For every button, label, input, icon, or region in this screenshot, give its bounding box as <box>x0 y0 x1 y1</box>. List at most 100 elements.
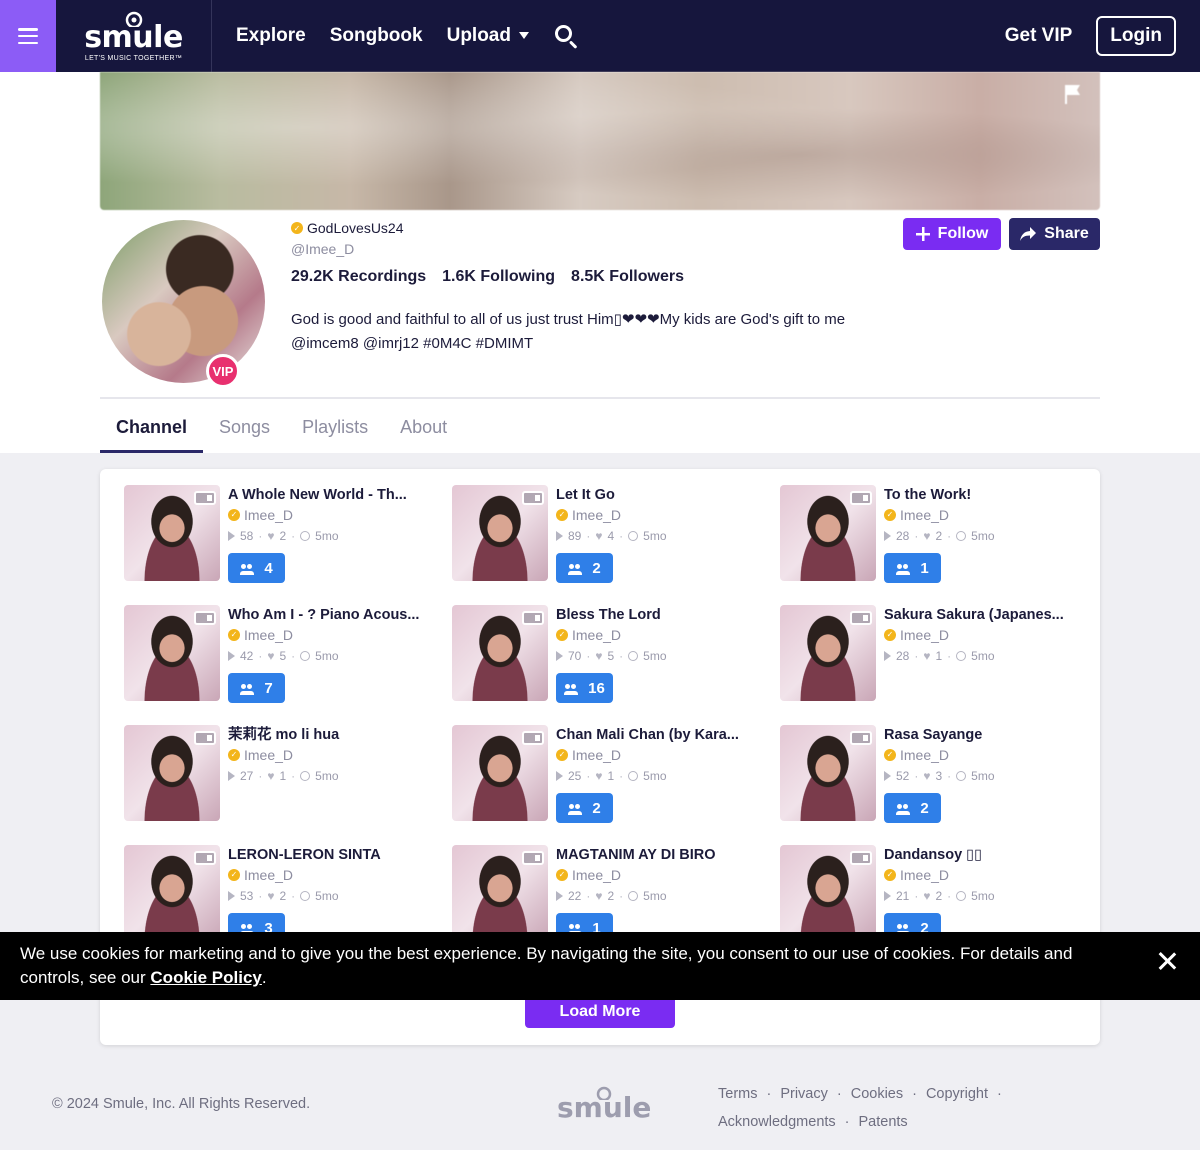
recording-title[interactable]: Rasa Sayange <box>884 725 1094 745</box>
recording-item[interactable]: 茉莉花 mo li hua ✓ Imee_D 27 · ♥ 1 · 5mo <box>124 725 452 821</box>
verified-badge-icon: ✓ <box>556 509 568 521</box>
tab-playlists[interactable]: Playlists <box>286 403 384 453</box>
recording-title[interactable]: A Whole New World - Th... <box>228 485 438 505</box>
recording-item[interactable]: Dandansoy ▯▯ ✓ Imee_D 21 · ♥ 2 · 5mo 2 <box>780 845 1108 943</box>
footer-link-cookies[interactable]: Cookies <box>851 1086 903 1102</box>
recording-artist[interactable]: ✓ Imee_D <box>884 745 1094 765</box>
video-camera-icon <box>850 851 872 865</box>
profile-bio: God is good and faithful to all of us ju… <box>291 311 846 352</box>
join-collab-button[interactable]: 16 <box>556 673 613 703</box>
video-camera-icon <box>522 491 544 505</box>
verified-badge-icon: ✓ <box>884 869 896 881</box>
recording-artist[interactable]: ✓ Imee_D <box>228 865 438 885</box>
recording-thumbnail[interactable] <box>452 725 548 821</box>
hamburger-menu-button[interactable] <box>0 0 56 72</box>
recording-title[interactable]: Chan Mali Chan (by Kara... <box>556 725 766 745</box>
recording-title[interactable]: 茉莉花 mo li hua <box>228 725 438 745</box>
recording-artist[interactable]: ✓ Imee_D <box>556 505 766 525</box>
recordings-count[interactable]: 29.2K Recordings <box>291 268 426 286</box>
recording-thumbnail[interactable] <box>124 485 220 581</box>
recording-artist[interactable]: ✓ Imee_D <box>884 505 1094 525</box>
profile-avatar[interactable] <box>102 220 265 383</box>
recording-item[interactable]: A Whole New World - Th... ✓ Imee_D 58 · … <box>124 485 452 583</box>
recording-artist[interactable]: ✓ Imee_D <box>884 625 1094 645</box>
share-button[interactable]: Share <box>1009 218 1100 250</box>
nav-upload[interactable]: Upload <box>447 25 529 47</box>
footer-link-patents[interactable]: Patents <box>859 1114 908 1130</box>
recording-thumbnail[interactable] <box>780 845 876 941</box>
recording-thumbnail[interactable] <box>124 845 220 941</box>
nav-songbook[interactable]: Songbook <box>330 25 423 47</box>
recording-item[interactable]: Chan Mali Chan (by Kara... ✓ Imee_D 25 ·… <box>452 725 780 823</box>
play-count: 27 <box>240 769 254 783</box>
smule-logo[interactable]: smule LET'S MUSIC TOGETHER™ <box>56 0 212 72</box>
join-collab-button[interactable]: 4 <box>228 553 285 583</box>
artist-name: Imee_D <box>900 747 950 763</box>
recording-artist[interactable]: ✓ Imee_D <box>556 865 766 885</box>
tab-channel[interactable]: Channel <box>100 403 204 453</box>
recording-title[interactable]: To the Work! <box>884 485 1094 505</box>
recording-item[interactable]: LERON-LERON SINTA ✓ Imee_D 53 · ♥ 2 · 5m… <box>124 845 452 943</box>
recording-title[interactable]: LERON-LERON SINTA <box>228 845 438 865</box>
following-count[interactable]: 1.6K Following <box>442 268 555 286</box>
recording-artist[interactable]: ✓ Imee_D <box>228 745 438 765</box>
footer-link-copyright[interactable]: Copyright <box>926 1086 988 1102</box>
recording-item[interactable]: MAGTANIM AY DI BIRO ✓ Imee_D 22 · ♥ 2 · … <box>452 845 780 943</box>
collab-count: 4 <box>264 559 273 577</box>
people-icon <box>568 803 583 815</box>
recording-stats: 22 · ♥ 2 · 5mo <box>556 886 766 906</box>
recording-artist[interactable]: ✓ Imee_D <box>228 625 438 645</box>
search-icon[interactable] <box>553 23 579 49</box>
recording-thumbnail[interactable] <box>780 485 876 581</box>
close-icon[interactable] <box>1158 952 1176 970</box>
tab-songs[interactable]: Songs <box>203 403 286 453</box>
nav-explore[interactable]: Explore <box>236 25 306 47</box>
recording-thumbnail[interactable] <box>124 725 220 821</box>
video-camera-icon <box>522 731 544 745</box>
recording-thumbnail[interactable] <box>780 725 876 821</box>
login-button[interactable]: Login <box>1096 16 1176 56</box>
recording-title[interactable]: MAGTANIM AY DI BIRO <box>556 845 766 865</box>
report-flag-icon[interactable] <box>1064 84 1082 104</box>
recording-title[interactable]: Who Am I - ? Piano Acous... <box>228 605 438 625</box>
recording-artist[interactable]: ✓ Imee_D <box>228 505 438 525</box>
join-collab-button[interactable]: 1 <box>884 553 941 583</box>
recording-thumbnail[interactable] <box>452 845 548 941</box>
recording-item[interactable]: Bless The Lord ✓ Imee_D 70 · ♥ 5 · 5mo 1… <box>452 605 780 703</box>
recording-artist[interactable]: ✓ Imee_D <box>884 865 1094 885</box>
recording-title[interactable]: Bless The Lord <box>556 605 766 625</box>
heart-icon: ♥ <box>923 769 931 783</box>
recording-title[interactable]: Dandansoy ▯▯ <box>884 845 1094 865</box>
recording-item[interactable]: Rasa Sayange ✓ Imee_D 52 · ♥ 3 · 5mo 2 <box>780 725 1108 823</box>
recording-thumbnail[interactable] <box>452 605 548 701</box>
followers-count[interactable]: 8.5K Followers <box>571 268 684 286</box>
recording-title[interactable]: Let It Go <box>556 485 766 505</box>
recording-item[interactable]: Let It Go ✓ Imee_D 89 · ♥ 4 · 5mo 2 <box>452 485 780 583</box>
recording-thumbnail[interactable] <box>452 485 548 581</box>
footer-link-terms[interactable]: Terms <box>718 1086 757 1102</box>
header-actions: Get VIP Login <box>1005 16 1176 56</box>
recording-artist[interactable]: ✓ Imee_D <box>556 625 766 645</box>
join-collab-button[interactable]: 7 <box>228 673 285 703</box>
recording-item[interactable]: Who Am I - ? Piano Acous... ✓ Imee_D 42 … <box>124 605 452 703</box>
footer-link-acknowledgments[interactable]: Acknowledgments <box>718 1114 836 1130</box>
load-more-button[interactable]: Load More <box>525 996 675 1028</box>
join-collab-button[interactable]: 2 <box>556 793 613 823</box>
recording-item[interactable]: To the Work! ✓ Imee_D 28 · ♥ 2 · 5mo 1 <box>780 485 1108 583</box>
recording-age: 5mo <box>971 769 995 783</box>
tab-about[interactable]: About <box>384 403 463 453</box>
follow-button[interactable]: Follow <box>903 218 1001 250</box>
recording-thumbnail[interactable] <box>780 605 876 701</box>
join-collab-button[interactable]: 2 <box>884 793 941 823</box>
recording-thumbnail[interactable] <box>124 605 220 701</box>
recording-title[interactable]: Sakura Sakura (Japanes... <box>884 605 1094 625</box>
recording-artist[interactable]: ✓ Imee_D <box>556 745 766 765</box>
footer-logo[interactable]: smule <box>557 1086 651 1128</box>
footer-link-privacy[interactable]: Privacy <box>780 1086 828 1102</box>
cookie-policy-link[interactable]: Cookie Policy <box>150 968 261 987</box>
recording-meta: MAGTANIM AY DI BIRO ✓ Imee_D 22 · ♥ 2 · … <box>556 845 766 943</box>
get-vip-link[interactable]: Get VIP <box>1005 25 1073 47</box>
join-collab-button[interactable]: 2 <box>556 553 613 583</box>
profile-tabs: Channel Songs Playlists About <box>100 403 463 453</box>
recording-item[interactable]: Sakura Sakura (Japanes... ✓ Imee_D 28 · … <box>780 605 1108 701</box>
